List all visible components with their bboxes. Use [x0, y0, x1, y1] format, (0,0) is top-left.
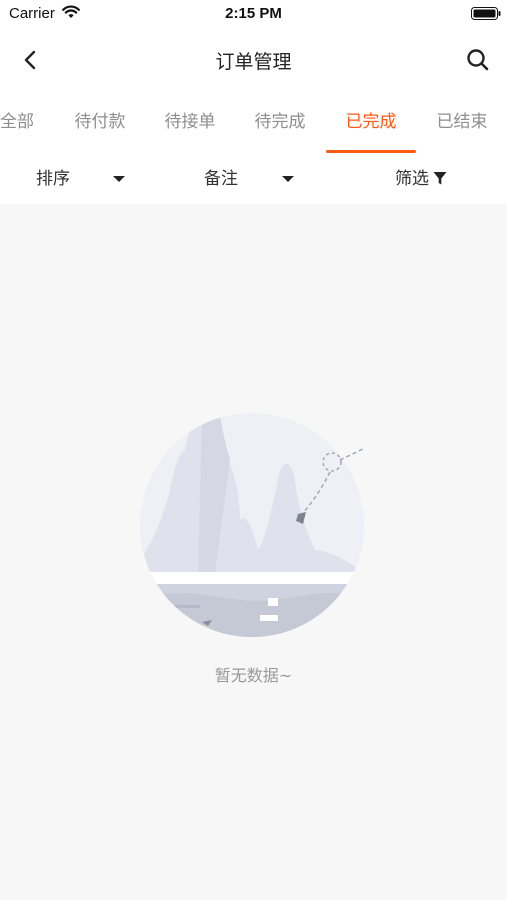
- filter-bar: 排序 备注 筛选: [0, 154, 507, 204]
- tab-all[interactable]: 全部: [0, 90, 36, 154]
- tab-ended[interactable]: 已结束: [436, 90, 488, 154]
- tab-pending-complete[interactable]: 待完成: [254, 90, 306, 154]
- navigation-bar: 订单管理: [0, 30, 507, 90]
- status-bar: Carrier 2:15 PM: [0, 0, 507, 30]
- empty-state-illustration: [140, 413, 366, 637]
- search-icon[interactable]: [462, 44, 494, 76]
- tab-pending-accept[interactable]: 待接单: [164, 90, 216, 154]
- status-time: 2:15 PM: [225, 5, 282, 22]
- filter-label: 筛选: [395, 169, 429, 189]
- sort-label: 排序: [36, 169, 70, 189]
- tab-completed[interactable]: 已完成: [345, 90, 397, 154]
- active-tab-indicator: [326, 150, 416, 153]
- order-status-tabs: 全部 待付款 待接单 待完成 已完成 已结束: [0, 90, 507, 154]
- empty-state-text: 暂无数据~: [214, 666, 293, 685]
- caret-down-icon: [282, 176, 294, 182]
- tab-pending-payment[interactable]: 待付款: [74, 90, 126, 154]
- battery-icon: [471, 7, 501, 20]
- page-title: 订单管理: [215, 51, 292, 73]
- funnel-icon: [433, 172, 447, 185]
- order-list[interactable]: 暂无数据~: [0, 204, 507, 900]
- caret-down-icon: [113, 176, 125, 182]
- remark-label: 备注: [204, 169, 238, 189]
